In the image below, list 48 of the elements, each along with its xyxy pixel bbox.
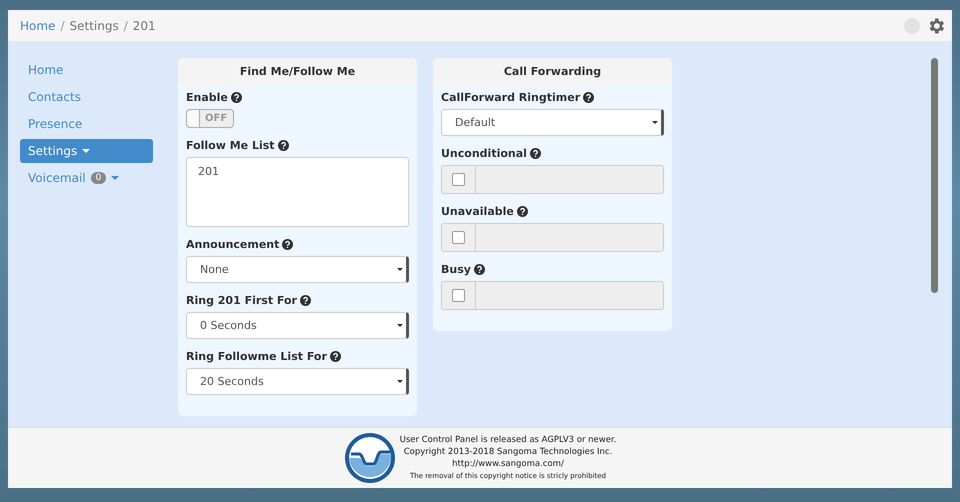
field-label: Ring Followme List For	[186, 350, 327, 363]
breadcrumb-separator: /	[60, 18, 64, 32]
field-label: Unconditional	[441, 147, 527, 160]
sidebar-item[interactable]: Home	[20, 58, 153, 82]
select-field[interactable]: None	[186, 256, 409, 283]
select-field[interactable]: 20 Seconds	[186, 368, 409, 395]
sidebar-item[interactable]: Voicemail 0	[20, 166, 153, 190]
breadcrumb-link[interactable]: Home	[20, 18, 56, 32]
help-icon[interactable]	[330, 351, 341, 362]
help-icon[interactable]	[230, 92, 242, 103]
field-label: Announcement	[186, 238, 280, 251]
field-label: Busy	[441, 263, 471, 276]
caret-icon	[82, 149, 90, 153]
breadcrumb-text: 201	[132, 18, 156, 32]
footer-text: Copyright 2013-2018 Sangoma Technologies Inc.	[402, 446, 614, 458]
scrollbar[interactable]	[931, 58, 938, 293]
field-label: Enable	[186, 91, 228, 104]
breadcrumb-separator: /	[124, 18, 128, 32]
toggle-switch[interactable]: OFF	[186, 109, 234, 128]
footer-text: http://www.sangoma.com/	[451, 458, 565, 470]
sidebar-item[interactable]: Presence	[20, 112, 153, 136]
caret-icon	[111, 176, 120, 180]
panel-title: Find Me/Follow Me	[178, 58, 417, 85]
logo-icon	[344, 432, 396, 484]
select-field[interactable]: 0 Seconds	[186, 312, 409, 339]
select-field[interactable]: Default	[441, 109, 664, 136]
dropdown-icon	[397, 268, 403, 271]
text-area[interactable]: 201	[186, 157, 409, 227]
field-label: Follow Me List	[186, 139, 275, 152]
help-icon[interactable]	[516, 206, 528, 217]
sidebar-item[interactable]: Contacts	[20, 85, 153, 109]
help-icon[interactable]	[474, 264, 485, 275]
footer-text: User Control Panel is released as AGPLV3 or newer.	[400, 434, 616, 446]
field-label: Ring 201 First For	[186, 294, 297, 307]
dropdown-icon	[652, 121, 658, 124]
breadcrumb-text: Settings	[69, 18, 119, 32]
help-icon[interactable]	[278, 140, 289, 151]
panel-title: Call Forwarding	[433, 58, 672, 85]
sidebar-item[interactable]: Settings	[20, 139, 153, 163]
dropdown-icon	[397, 324, 403, 327]
field-label: CallForward Ringtimer	[441, 91, 580, 104]
help-icon[interactable]	[282, 239, 294, 250]
dropdown-icon	[397, 380, 403, 383]
field-label: Unavailable	[441, 205, 514, 218]
help-icon[interactable]	[530, 148, 541, 159]
help-icon[interactable]	[300, 295, 311, 306]
count-badge: 0	[90, 172, 106, 184]
help-icon[interactable]	[583, 92, 594, 103]
